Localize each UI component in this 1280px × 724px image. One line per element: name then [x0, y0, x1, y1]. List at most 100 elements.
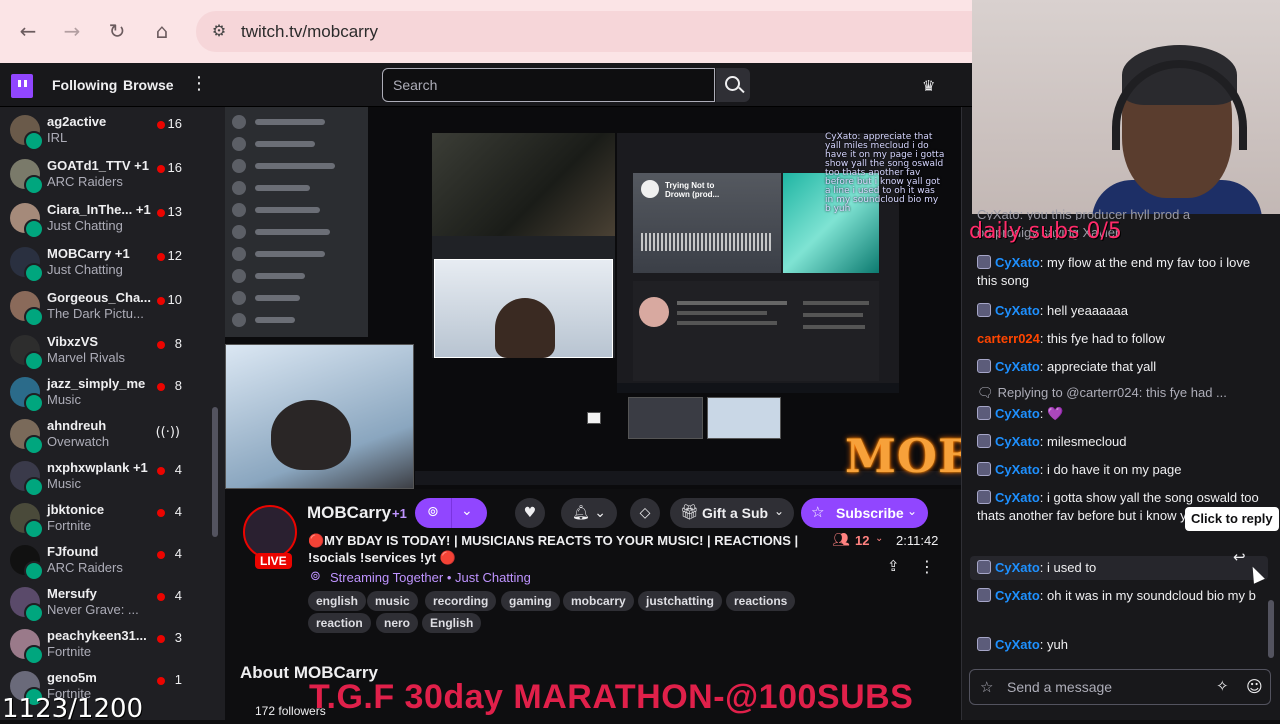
- site-settings-icon[interactable]: ⚙: [208, 20, 230, 42]
- channel-name: peachykeen31...: [47, 628, 147, 643]
- chat-username[interactable]: CyXato: [995, 462, 1040, 477]
- tag[interactable]: english: [308, 591, 367, 611]
- sidebar-channel[interactable]: nxphxwplank +1 Music 4: [0, 455, 210, 497]
- chat-message[interactable]: carterr024: this fye had to follow: [977, 330, 1267, 348]
- notifications-button[interactable]: 🔔︎ ⌄: [561, 498, 617, 528]
- chat-message[interactable]: CyXato: milesmecloud: [977, 433, 1267, 451]
- tag[interactable]: reactions: [726, 591, 796, 611]
- chat-text: this fye had to follow: [1047, 331, 1165, 346]
- chat-username[interactable]: CyXato: [995, 637, 1040, 652]
- nav-browse[interactable]: Browse: [123, 77, 174, 93]
- sidebar-channel[interactable]: Ciara_InThe... +1 Just Chatting 13: [0, 197, 210, 239]
- sidebar-channel[interactable]: Gorgeous_Cha... The Dark Pictu... 10: [0, 285, 210, 327]
- sidebar-channel[interactable]: ag2active IRL 16: [0, 109, 210, 151]
- share-icon[interactable]: ⇪: [887, 557, 900, 575]
- emote-picker-icon[interactable]: ☺: [1246, 677, 1263, 696]
- streamer-avatar[interactable]: [243, 505, 297, 559]
- chevron-down-icon[interactable]: ⌄: [461, 503, 473, 519]
- chat-message[interactable]: CyXato: i do have it on my page: [977, 461, 1267, 479]
- chevron-down-icon[interactable]: ⌄: [875, 533, 883, 544]
- tag[interactable]: recording: [425, 591, 497, 611]
- channel-line: [255, 163, 335, 169]
- track-comments: [633, 281, 879, 381]
- subscribe-button[interactable]: ☆ Subscribe ⌄: [801, 498, 928, 528]
- chat-input[interactable]: ☆ Send a message ✧ ☺: [969, 669, 1271, 705]
- reply-icon: 🗨︎: [977, 386, 998, 401]
- chat-text: oh it was in my soundcloud bio my b: [1047, 588, 1256, 603]
- sidebar-channel[interactable]: MOBCarry +1 Just Chatting 12: [0, 241, 210, 283]
- chat-username[interactable]: CyXato: [995, 406, 1040, 421]
- address-bar[interactable]: ⚙ twitch.tv/mobcarry: [196, 11, 972, 52]
- tag[interactable]: reaction: [308, 613, 371, 633]
- chat-username[interactable]: CyXato: [995, 490, 1040, 505]
- chat-username[interactable]: CyXato: [995, 359, 1040, 374]
- chat-username[interactable]: CyXato: [995, 560, 1040, 575]
- server-icon: [232, 181, 246, 195]
- sidebar-channel[interactable]: peachykeen31... Fortnite 3: [0, 623, 210, 665]
- home-icon[interactable]: ⌂: [149, 18, 175, 44]
- viewer-count: 3: [174, 630, 182, 645]
- channel-line: [255, 273, 305, 279]
- tag[interactable]: nero: [376, 613, 419, 633]
- tag[interactable]: music: [367, 591, 418, 611]
- sidebar-channel[interactable]: GOATd1_TTV +1 ARC Raiders 16: [0, 153, 210, 195]
- video-player[interactable]: Trying Not to Drown (prod... CyXato: app…: [225, 107, 961, 489]
- tag[interactable]: mobcarry: [563, 591, 634, 611]
- chat-message[interactable]: CyXato: my flow at the end my fav too i …: [977, 254, 1267, 290]
- chat-username[interactable]: CyXato: [995, 303, 1040, 318]
- chat-scrollbar[interactable]: [1268, 600, 1274, 658]
- sidebar-channel[interactable]: Mersufy Never Grave: ... 4: [0, 581, 210, 623]
- gift-sub-button[interactable]: 🎁︎ Gift a Sub ⌄: [670, 498, 794, 528]
- reload-icon[interactable]: ↻: [104, 18, 130, 44]
- avatar: [10, 159, 44, 195]
- search-input[interactable]: Search: [382, 68, 715, 102]
- screen-taskbar: [617, 383, 899, 393]
- chat-message[interactable]: CyXato: hell yeaaaaaa: [977, 302, 1267, 320]
- streaming-together-button[interactable]: ⊚ ⌄: [415, 498, 487, 528]
- nav-following[interactable]: Following: [52, 77, 117, 93]
- live-dot-icon: [157, 383, 165, 391]
- sidebar-channel[interactable]: ahndreuh Overwatch ((·)): [0, 413, 210, 455]
- prime-crown-icon[interactable]: ♛: [922, 77, 935, 95]
- chat-username[interactable]: CyXato: [995, 255, 1040, 270]
- tag[interactable]: gaming: [501, 591, 560, 611]
- live-dot-icon: [157, 509, 165, 517]
- sidebar-channel[interactable]: jbktonice Fortnite 4: [0, 497, 210, 539]
- avatar: [10, 115, 44, 151]
- more-menu-icon[interactable]: ⋮: [190, 73, 208, 94]
- tag[interactable]: justchatting: [638, 591, 722, 611]
- sidebar-channel[interactable]: FJfound ARC Raiders 4: [0, 539, 210, 581]
- chat-username[interactable]: carterr024: [977, 331, 1040, 346]
- diamond-icon: ◇: [639, 505, 651, 521]
- streaming-together-link[interactable]: Streaming Together • Just Chatting: [330, 570, 531, 585]
- streamer-name[interactable]: MOBCarry: [307, 503, 391, 523]
- more-options-icon[interactable]: ⋮: [919, 557, 935, 576]
- chat-message[interactable]: CyXato: yuh: [977, 636, 1267, 654]
- tag[interactable]: English: [422, 613, 482, 633]
- sidebar-scrollbar[interactable]: [212, 407, 218, 537]
- chat-message[interactable]: CyXato: appreciate that yall: [977, 358, 1267, 376]
- user-badge-icon: [977, 637, 991, 651]
- server-icon: [232, 115, 246, 129]
- follow-heart-button[interactable]: ♥: [515, 498, 545, 528]
- chat-username[interactable]: CyXato: [995, 434, 1040, 449]
- hype-button[interactable]: ◇: [630, 498, 660, 528]
- back-icon[interactable]: ←: [15, 18, 41, 44]
- chat-username[interactable]: CyXato: [995, 588, 1040, 603]
- sidebar-channel[interactable]: VibxzVS Marvel Rivals 8: [0, 329, 210, 371]
- waveform: [641, 233, 771, 251]
- search-button[interactable]: [716, 68, 750, 102]
- server-icon: [232, 313, 246, 327]
- sidebar-channel[interactable]: jazz_simply_me Music 8: [0, 371, 210, 413]
- chat-message[interactable]: CyXato: oh it was in my soundcloud bio m…: [977, 587, 1267, 605]
- channel-category: Overwatch: [47, 434, 110, 449]
- twitch-logo-icon[interactable]: [11, 74, 33, 98]
- chat-message[interactable]: CyXato: i used to: [977, 559, 1267, 577]
- forward-icon[interactable]: →: [59, 18, 85, 44]
- reply-arrow-icon[interactable]: ↩: [1233, 548, 1246, 566]
- chat-message[interactable]: CyXato: 💜: [977, 405, 1267, 423]
- badge-picker-icon[interactable]: ☆: [980, 678, 993, 696]
- chevron-down-icon: ⌄: [774, 504, 785, 518]
- bits-icon[interactable]: ✧: [1216, 677, 1229, 695]
- live-dot-icon: [157, 121, 165, 129]
